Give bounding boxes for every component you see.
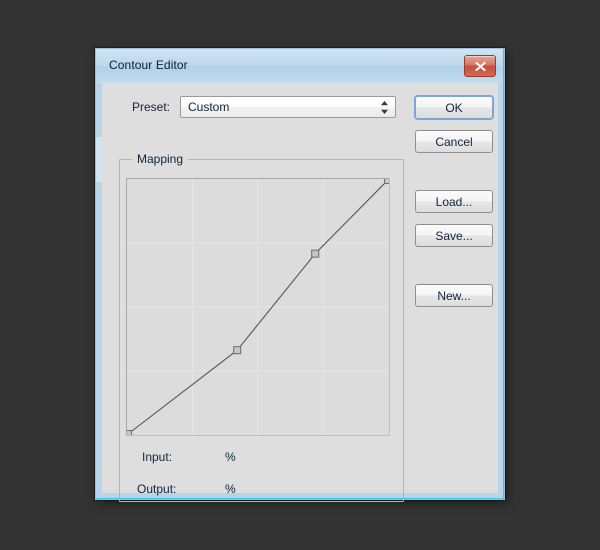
preset-select[interactable]: Custom	[180, 96, 396, 118]
load-button[interactable]: Load...	[415, 190, 493, 213]
preset-row: Preset: Custom	[132, 96, 427, 120]
mapping-group: Mapping Input: % Output: %	[119, 159, 404, 502]
cancel-button[interactable]: Cancel	[415, 130, 493, 153]
window-title: Contour Editor	[109, 58, 188, 72]
new-button[interactable]: New...	[415, 284, 493, 307]
ok-button[interactable]: OK	[415, 96, 493, 119]
control-point[interactable]	[312, 250, 319, 257]
curve-plot	[127, 179, 389, 435]
title-bar[interactable]: Contour Editor	[96, 49, 504, 83]
output-value: %	[225, 482, 236, 496]
preset-label: Preset:	[132, 100, 170, 114]
close-x-icon	[475, 62, 486, 71]
curve-editor-canvas[interactable]	[126, 178, 390, 436]
preset-select-value: Custom	[188, 100, 229, 114]
stepper-up-down-icon	[380, 100, 389, 115]
dialog-body: Preset: Custom Mapping	[102, 83, 498, 493]
output-label: Output:	[137, 482, 176, 496]
control-point[interactable]	[127, 431, 132, 436]
input-value: %	[225, 450, 236, 464]
control-point[interactable]	[385, 179, 390, 184]
close-button[interactable]	[464, 55, 496, 77]
save-button[interactable]: Save...	[415, 224, 493, 247]
input-label: Input:	[142, 450, 172, 464]
contour-editor-dialog: Contour Editor Preset: Custom	[95, 48, 505, 500]
grid-lines	[127, 179, 389, 435]
mapping-legend: Mapping	[132, 152, 188, 166]
control-point[interactable]	[234, 347, 241, 354]
